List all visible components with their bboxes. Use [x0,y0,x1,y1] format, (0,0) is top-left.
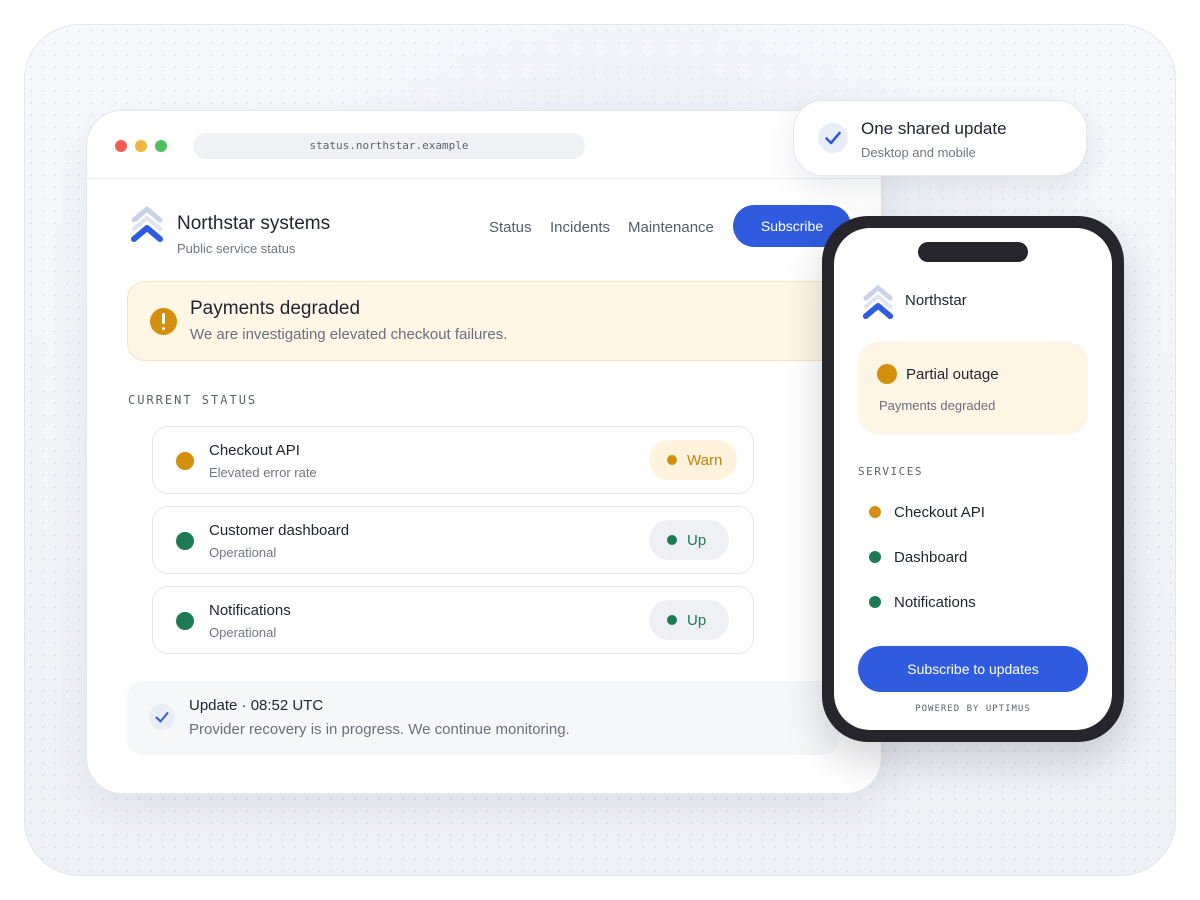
brand-subtitle: Public service status [177,241,296,256]
toast-subtitle: Desktop and mobile [861,145,976,160]
latest-update-panel: Update · 08:52 UTC Provider recovery is … [127,681,839,755]
service-description: Operational [209,545,277,560]
powered-by-label: POWERED BY UPTIMUS [915,704,1031,714]
update-message: Provider recovery is in progress. We con… [189,721,570,738]
address-bar[interactable]: status.northstar.example [193,133,585,159]
status-badge-label: Up [687,532,707,549]
northstar-logo-icon [131,206,163,242]
status-dot-icon [176,452,194,470]
service-name: Customer dashboard [209,522,350,539]
nav-maintenance-link[interactable]: Maintenance [628,219,714,236]
status-dot-icon [176,612,194,630]
service-name: Notifications [209,602,291,619]
brand-name: Northstar systems [177,213,331,234]
nav-incidents-link[interactable]: Incidents [550,219,610,236]
warning-icon [150,308,177,335]
service-name: Checkout API [209,442,300,459]
status-dot-icon [667,535,677,545]
mobile-phone-frame: Northstar Partial outage Payments degrad… [822,216,1124,742]
maximize-window-button[interactable] [155,140,167,152]
browser-titlebar: status.northstar.example [87,111,881,179]
service-row-customer-dashboard[interactable]: Customer dashboard Operational Up [152,506,754,574]
status-dot-icon [667,615,677,625]
status-dot-icon [869,506,881,518]
mobile-service-name: Notifications [894,594,976,611]
status-dot-icon [667,455,677,465]
mobile-status-title: Partial outage [906,366,999,383]
status-dot-icon [869,596,881,608]
northstar-logo-icon [862,285,894,319]
incident-alert-banner: Payments degraded We are investigating e… [127,281,847,361]
mobile-services-heading: SERVICES [858,465,923,478]
update-title: Update · 08:52 UTC [189,697,324,714]
toast-title: One shared update [861,119,1007,138]
desktop-browser-window: status.northstar.example Northstar syste… [86,110,882,794]
shared-update-toast: One shared update Desktop and mobile [793,100,1087,176]
current-status-heading: CURRENT STATUS [128,393,258,407]
phone-notch [918,242,1028,262]
status-badge-up: Up [649,600,729,640]
service-description: Elevated error rate [209,465,317,480]
status-dot-icon [869,551,881,563]
alert-title: Payments degraded [190,298,361,319]
status-badge-warn: Warn [649,440,737,480]
mobile-screen: Northstar Partial outage Payments degrad… [834,228,1112,730]
status-badge-up: Up [649,520,729,560]
mobile-brand-name: Northstar [905,292,967,309]
check-icon [149,704,175,730]
mobile-service-name: Dashboard [894,549,968,566]
mobile-service-name: Checkout API [894,504,985,521]
service-row-checkout-api[interactable]: Checkout API Elevated error rate Warn [152,426,754,494]
status-dot-icon [877,364,897,384]
mobile-status-subtitle: Payments degraded [879,398,996,413]
service-row-notifications[interactable]: Notifications Operational Up [152,586,754,654]
alert-message: We are investigating elevated checkout f… [190,326,508,343]
status-badge-label: Warn [687,452,723,469]
status-dot-icon [176,532,194,550]
mobile-status-card: Partial outage Payments degraded [858,342,1088,434]
minimize-window-button[interactable] [135,140,147,152]
status-badge-label: Up [687,612,707,629]
nav-status-link[interactable]: Status [489,219,532,236]
close-window-button[interactable] [115,140,127,152]
service-description: Operational [209,625,277,640]
subscribe-to-updates-button[interactable]: Subscribe to updates [858,646,1088,692]
check-icon [818,123,848,153]
